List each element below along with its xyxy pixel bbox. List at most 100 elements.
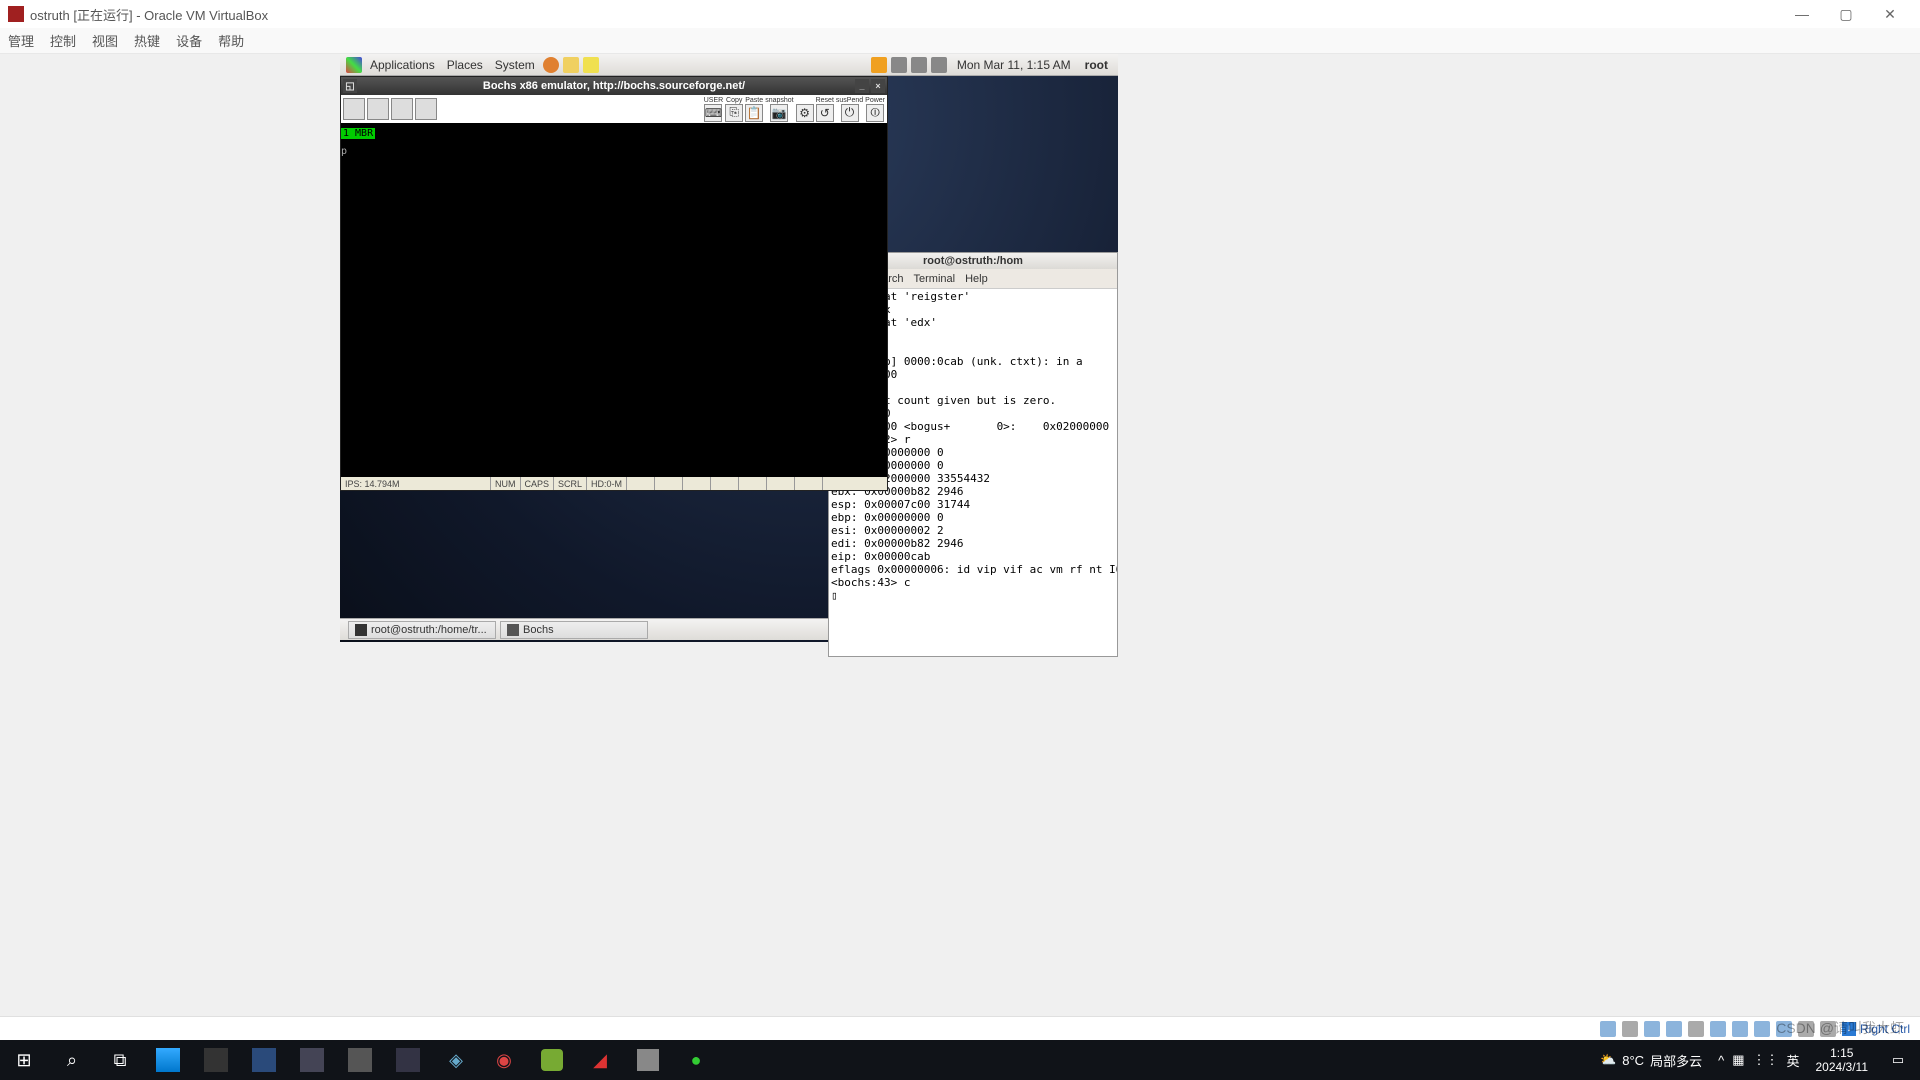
tray-meet-now-icon[interactable]: ▦ xyxy=(1732,1052,1744,1068)
vbox-audio-icon[interactable] xyxy=(1644,1021,1660,1037)
bochs-minimize-icon[interactable]: _ xyxy=(855,79,869,93)
bochs-snapshot-button[interactable]: 📷 xyxy=(770,104,788,122)
vbox-menu-view[interactable]: 视图 xyxy=(92,31,118,50)
gnome-clock[interactable]: Mon Mar 11, 1:15 AM xyxy=(949,58,1079,72)
vbox-recording-icon[interactable] xyxy=(1754,1021,1770,1037)
bochs-power-button[interactable]: ⏼ xyxy=(866,104,884,122)
pinned-calculator[interactable] xyxy=(624,1040,672,1080)
vbox-titlebar[interactable]: ostruth [正在运行] - Oracle VM VirtualBox — … xyxy=(0,0,1920,28)
vbox-menubar: 管理 控制 视图 热键 设备 帮助 xyxy=(0,28,1920,54)
app-icon xyxy=(300,1048,324,1072)
menu-system[interactable]: System xyxy=(489,58,541,72)
bochs-suspend-button[interactable]: ⏻ xyxy=(841,104,859,122)
taskbar-date: 2024/3/11 xyxy=(1816,1060,1869,1074)
vbox-network-icon[interactable] xyxy=(1666,1021,1682,1037)
bochs-vga-display[interactable]: 1 MBR p xyxy=(341,123,887,477)
bochs-mouse-icon[interactable] xyxy=(415,98,437,120)
app-icon: ◉ xyxy=(490,1046,518,1074)
task-view-button[interactable]: ⧉ xyxy=(96,1040,144,1080)
search-button[interactable]: ⌕ xyxy=(48,1040,96,1080)
bochs-user-button[interactable]: ⌨ xyxy=(704,104,722,122)
bochs-floppy-a-icon[interactable] xyxy=(343,98,365,120)
pinned-app-7[interactable]: ◉ xyxy=(480,1040,528,1080)
notes-icon[interactable] xyxy=(563,57,579,73)
pinned-app-4[interactable] xyxy=(288,1040,336,1080)
vbox-menu-devices[interactable]: 设备 xyxy=(176,31,202,50)
notification-button[interactable]: ▭ xyxy=(1876,1052,1920,1068)
vbox-hdd-icon[interactable] xyxy=(1600,1021,1616,1037)
pinned-app-2[interactable] xyxy=(192,1040,240,1080)
vbox-optical-icon[interactable] xyxy=(1622,1021,1638,1037)
wechat-icon: ● xyxy=(682,1046,710,1074)
system-tray: ^ ▦ ⋮⋮ 英 xyxy=(1710,1051,1807,1070)
bochs-reset-button[interactable]: ↺ xyxy=(816,104,834,122)
taskbar-item-bochs[interactable]: Bochs xyxy=(500,621,648,639)
calculator-icon xyxy=(637,1049,659,1071)
pinned-app-8[interactable] xyxy=(528,1040,576,1080)
terminal-task-icon xyxy=(355,624,367,636)
terminal-menu-terminal[interactable]: Terminal xyxy=(914,273,956,285)
weather-widget[interactable]: ⛅ 8°C 局部多云 xyxy=(1592,1051,1710,1070)
minimize-button[interactable]: — xyxy=(1780,0,1824,28)
bochs-output-p: p xyxy=(341,146,347,157)
bochs-paste-button[interactable]: 📋 xyxy=(745,104,763,122)
app-icon: ◢ xyxy=(586,1046,614,1074)
pinned-app-3[interactable] xyxy=(240,1040,288,1080)
bochs-task-icon xyxy=(507,624,519,636)
menu-places[interactable]: Places xyxy=(441,58,489,72)
bochs-cdrom-icon[interactable] xyxy=(391,98,413,120)
bochs-hd: HD:0-M xyxy=(587,477,627,490)
tray-ime[interactable]: 英 xyxy=(1786,1051,1799,1070)
vbox-display-icon[interactable] xyxy=(1732,1021,1748,1037)
tray-chevron-up-icon[interactable]: ^ xyxy=(1718,1053,1724,1068)
gnome-foot-icon[interactable] xyxy=(346,57,362,73)
display-icon[interactable] xyxy=(931,57,947,73)
taskbar-item-terminal[interactable]: root@ostruth:/home/tr... xyxy=(348,621,496,639)
close-button[interactable]: ✕ xyxy=(1868,0,1912,28)
pinned-app-5[interactable] xyxy=(336,1040,384,1080)
editor-icon[interactable] xyxy=(583,57,599,73)
vbox-menu-manage[interactable]: 管理 xyxy=(8,31,34,50)
app-icon xyxy=(252,1048,276,1072)
taskbar-clock[interactable]: 1:15 2024/3/11 xyxy=(1808,1046,1877,1074)
bochs-window[interactable]: ◱ Bochs x86 emulator, http://bochs.sourc… xyxy=(340,76,888,491)
bochs-caps: CAPS xyxy=(521,477,555,490)
notification-icon: ▭ xyxy=(1892,1052,1904,1068)
app-icon xyxy=(541,1049,563,1071)
bochs-config-button[interactable]: ⚙ xyxy=(796,104,814,122)
bochs-floppy-b-icon[interactable] xyxy=(367,98,389,120)
network-icon[interactable] xyxy=(911,57,927,73)
bochs-copy-button[interactable]: ⎘ xyxy=(725,104,743,122)
pinned-virtualbox[interactable]: ◈ xyxy=(432,1040,480,1080)
weather-temp: 8°C xyxy=(1622,1053,1644,1068)
pinned-app-1[interactable] xyxy=(144,1040,192,1080)
start-button[interactable]: ⊞ xyxy=(0,1040,48,1080)
tray-wifi-icon[interactable]: ⋮⋮ xyxy=(1752,1052,1778,1068)
maximize-button[interactable]: ▢ xyxy=(1824,0,1868,28)
vbox-menu-hotkeys[interactable]: 热键 xyxy=(134,31,160,50)
virtualbox-icon xyxy=(8,6,24,22)
bochs-titlebar[interactable]: ◱ Bochs x86 emulator, http://bochs.sourc… xyxy=(341,77,887,95)
app-icon xyxy=(348,1048,372,1072)
pinned-app-9[interactable]: ◢ xyxy=(576,1040,624,1080)
pinned-app-6[interactable] xyxy=(384,1040,432,1080)
terminal-menu-help[interactable]: Help xyxy=(965,273,988,285)
bochs-menu-icon[interactable]: ◱ xyxy=(343,79,357,93)
vbox-menu-help[interactable]: 帮助 xyxy=(218,31,244,50)
gnome-user[interactable]: root xyxy=(1079,58,1114,72)
pinned-wechat[interactable]: ● xyxy=(672,1040,720,1080)
app-icon xyxy=(156,1048,180,1072)
update-icon[interactable] xyxy=(871,57,887,73)
app-icon xyxy=(396,1048,420,1072)
bochs-statusbar: IPS: 14.794M NUM CAPS SCRL HD:0-M xyxy=(341,477,887,490)
taskbar-time: 1:15 xyxy=(1816,1046,1869,1060)
volume-icon[interactable] xyxy=(891,57,907,73)
vbox-statusbar: ↓Right Ctrl xyxy=(0,1016,1920,1040)
bochs-close-icon[interactable]: × xyxy=(871,79,885,93)
menu-applications[interactable]: Applications xyxy=(364,58,441,72)
windows-taskbar: ⊞ ⌕ ⧉ ◈ ◉ ◢ ● ⛅ 8°C 局部多云 ^ ▦ ⋮⋮ 英 1:15 2… xyxy=(0,1040,1920,1080)
vbox-usb-icon[interactable] xyxy=(1688,1021,1704,1037)
firefox-icon[interactable] xyxy=(543,57,559,73)
vbox-shared-folder-icon[interactable] xyxy=(1710,1021,1726,1037)
vbox-menu-control[interactable]: 控制 xyxy=(50,31,76,50)
